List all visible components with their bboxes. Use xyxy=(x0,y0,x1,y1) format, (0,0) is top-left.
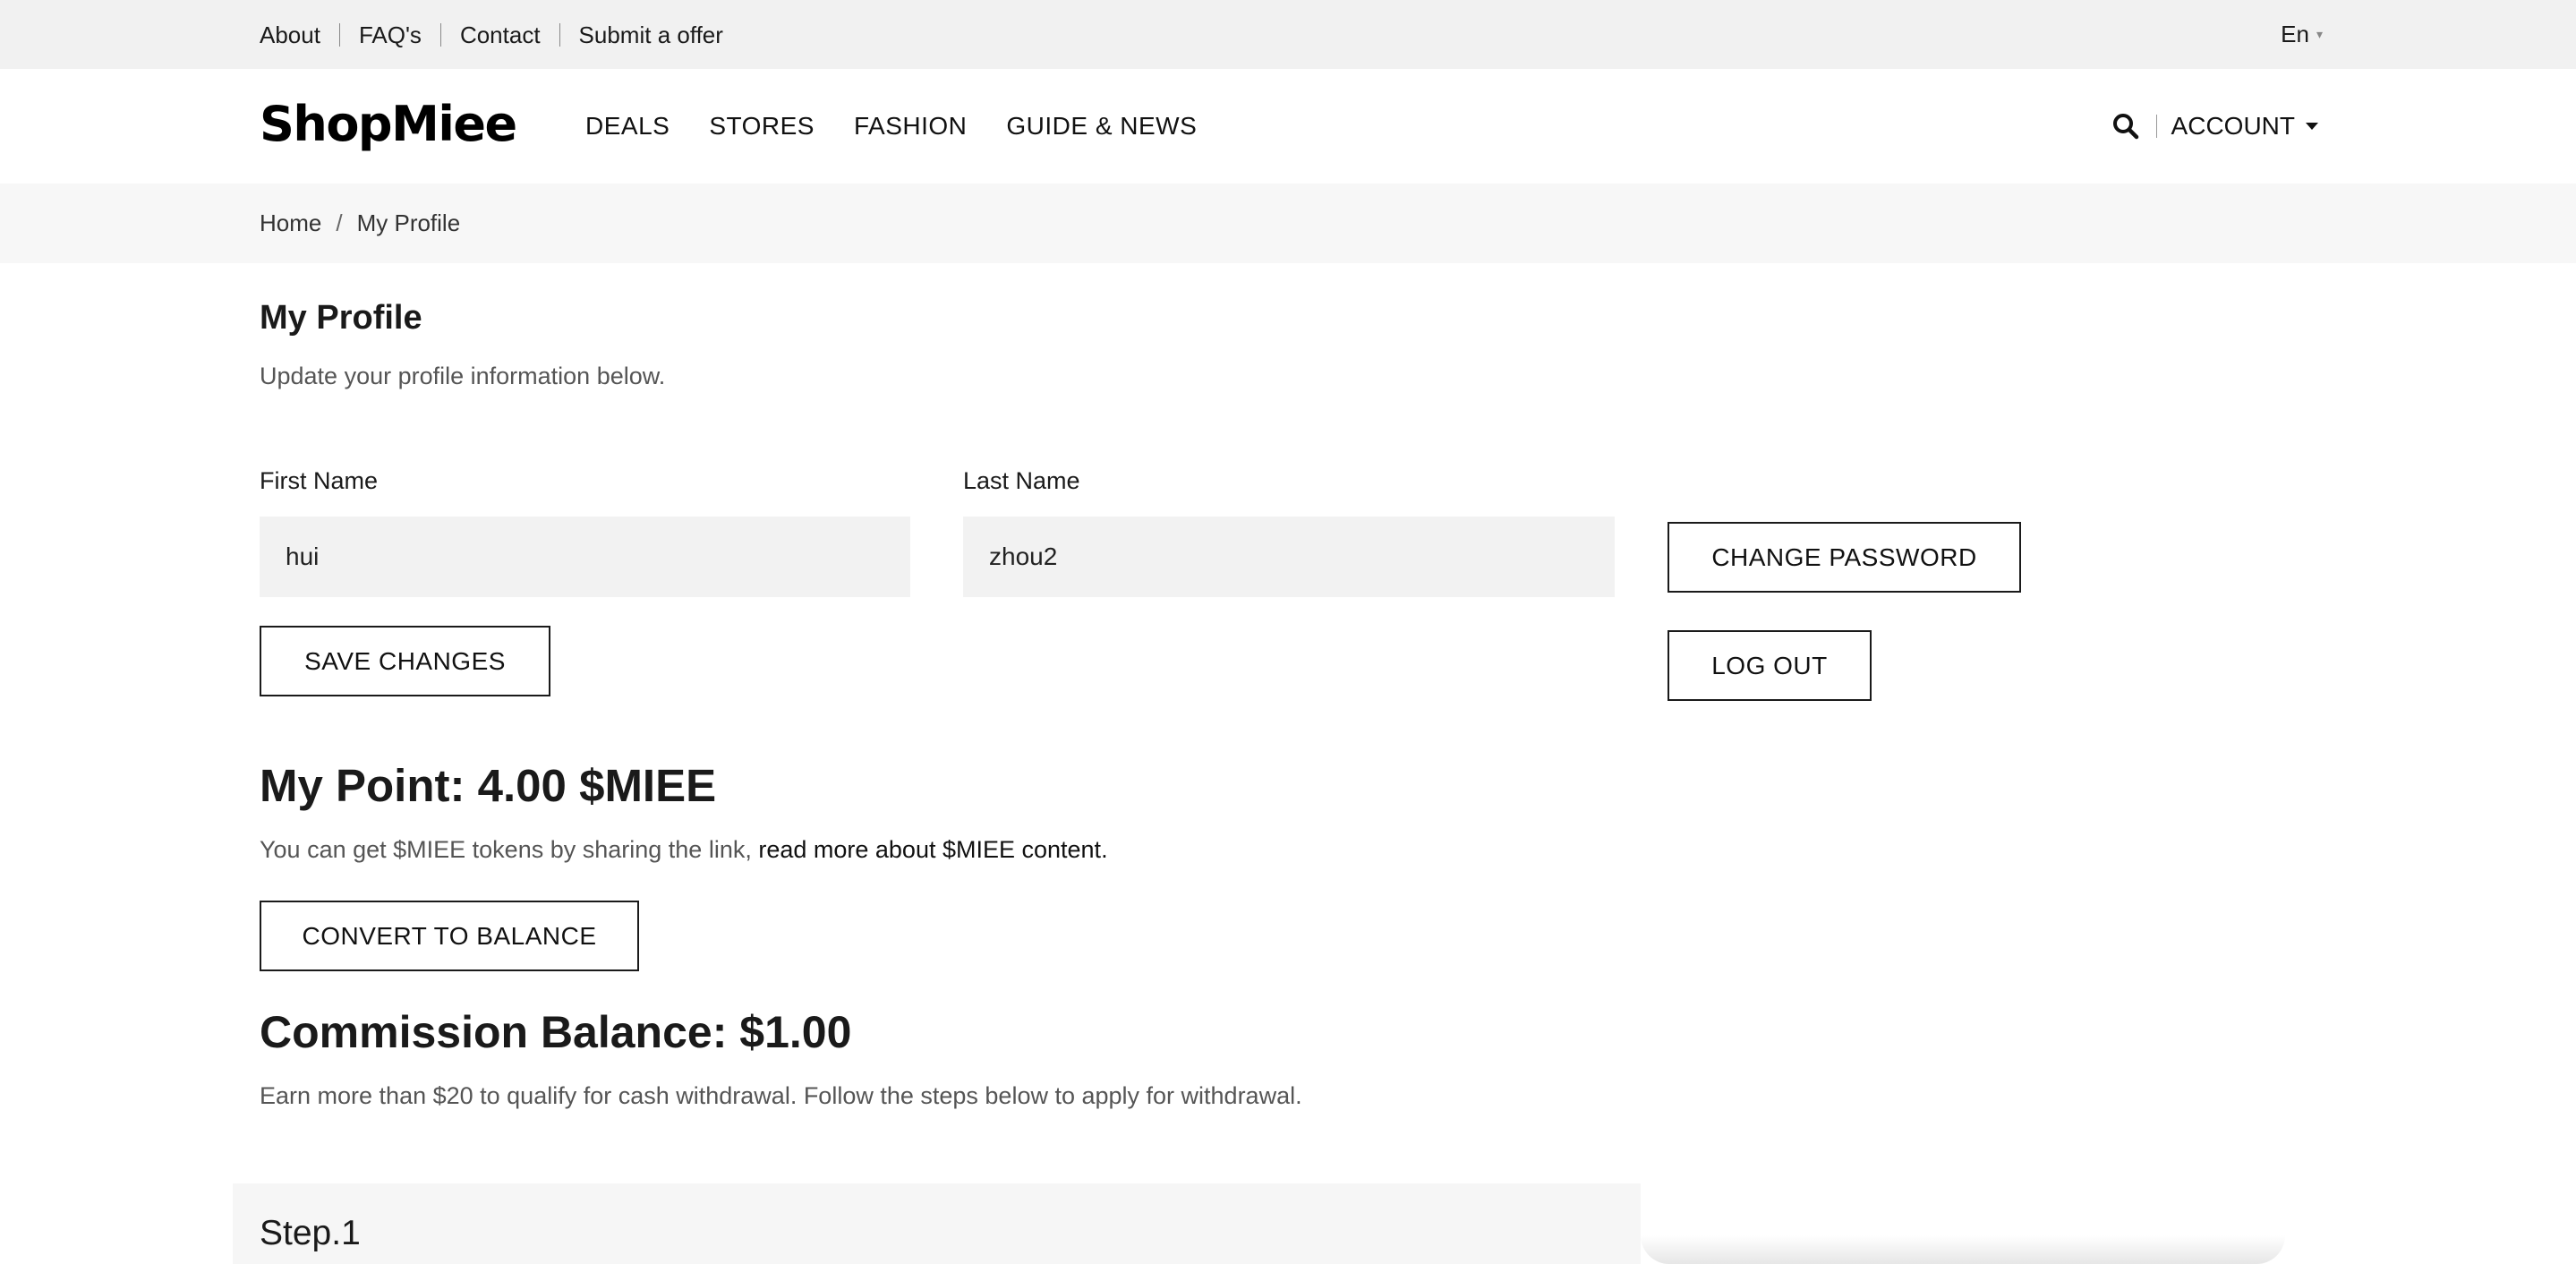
first-name-field[interactable] xyxy=(260,517,910,597)
account-menu[interactable]: ACCOUNT xyxy=(2171,112,2318,141)
submit-offer-link[interactable]: Submit a offer xyxy=(559,22,742,47)
page-title: My Profile xyxy=(260,299,422,337)
last-name-field[interactable] xyxy=(963,517,1615,597)
page-subtitle: Update your profile information below. xyxy=(260,363,666,389)
header-actions: ACCOUNT xyxy=(2111,69,2318,184)
site-logo[interactable]: ShopMiee xyxy=(260,96,517,152)
nav-stores[interactable]: STORES xyxy=(709,112,815,141)
breadcrumb-current: My Profile xyxy=(356,209,461,236)
breadcrumb: Home / My Profile xyxy=(260,184,460,263)
chevron-down-icon: ▾ xyxy=(2316,27,2323,41)
save-changes-button[interactable]: SAVE CHANGES xyxy=(260,626,550,696)
card-shadow xyxy=(1641,1235,2285,1264)
nav-guide-news[interactable]: GUIDE & NEWS xyxy=(1006,112,1197,141)
language-label: En xyxy=(2281,21,2309,47)
top-utility-bar: About FAQ's Contact Submit a offer En ▾ xyxy=(0,0,2576,69)
first-name-label: First Name xyxy=(260,467,379,494)
nav-deals[interactable]: DEALS xyxy=(585,112,670,141)
last-name-label: Last Name xyxy=(963,467,1080,494)
logout-button[interactable]: LOG OUT xyxy=(1668,630,1872,701)
contact-link[interactable]: Contact xyxy=(439,22,559,47)
language-selector[interactable]: En ▾ xyxy=(2281,0,2323,69)
step-title: Step.1 xyxy=(260,1214,361,1252)
commission-amount: $1.00 xyxy=(739,1007,852,1057)
points-text: You can get $MIEE tokens by sharing the … xyxy=(260,836,759,863)
main-header: ShopMiee DEALS STORES FASHION GUIDE & NE… xyxy=(0,69,2576,184)
commission-description: Earn more than $20 to qualify for cash w… xyxy=(260,1082,1302,1109)
faq-link[interactable]: FAQ's xyxy=(338,22,440,47)
commission-label: Commission Balance: xyxy=(260,1007,740,1057)
breadcrumb-bar: Home / My Profile xyxy=(0,184,2576,263)
about-link[interactable]: About xyxy=(260,23,339,47)
miee-info-link[interactable]: read more about $MIEE content. xyxy=(758,836,1107,863)
utility-links: About FAQ's Contact Submit a offer xyxy=(260,0,742,69)
caret-down-icon xyxy=(2306,123,2318,130)
points-title: My Point: 4.00 $MIEE xyxy=(260,760,717,811)
breadcrumb-separator: / xyxy=(336,209,343,236)
breadcrumb-home[interactable]: Home xyxy=(260,209,321,237)
main-nav: DEALS STORES FASHION GUIDE & NEWS xyxy=(585,69,1197,184)
change-password-button[interactable]: CHANGE PASSWORD xyxy=(1668,522,2021,593)
nav-fashion[interactable]: FASHION xyxy=(854,112,967,141)
search-icon[interactable] xyxy=(2111,112,2140,141)
convert-to-balance-button[interactable]: CONVERT TO BALANCE xyxy=(260,901,639,971)
header-divider xyxy=(2155,115,2157,138)
points-description: You can get $MIEE tokens by sharing the … xyxy=(260,836,1108,864)
withdrawal-step-card: Step.1 xyxy=(233,1183,1641,1264)
account-label: ACCOUNT xyxy=(2171,112,2295,140)
commission-title: Commission Balance: $1.00 xyxy=(260,1006,851,1058)
